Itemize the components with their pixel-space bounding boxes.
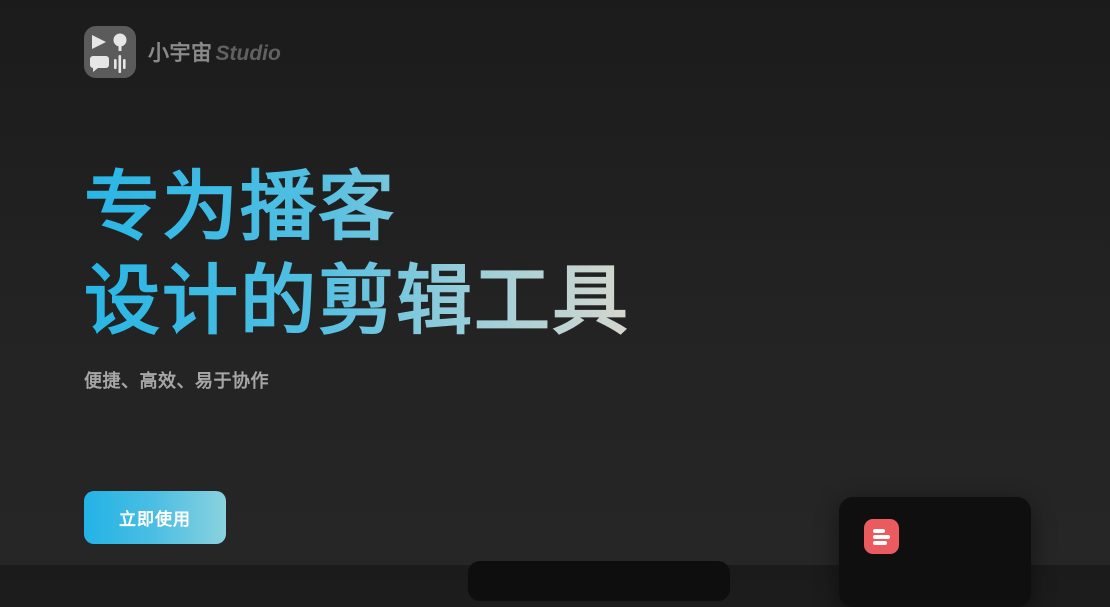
preview-card-panel xyxy=(839,497,1031,607)
menu-lines-icon xyxy=(864,519,899,554)
hero-subtitle: 便捷、高效、易于协作 xyxy=(84,371,269,391)
brand-name-cn: 小宇宙 xyxy=(148,42,213,65)
hero-title-line-2: 设计的剪辑工具 xyxy=(84,254,654,348)
podcast-studio-logo-icon xyxy=(84,26,136,78)
brand-name: 小宇宙 Studio xyxy=(148,37,281,67)
brand-name-en: Studio xyxy=(215,42,281,65)
brand-logo-link[interactable]: 小宇宙 Studio xyxy=(84,26,281,78)
hero-title: 专为播客 设计的剪辑工具 xyxy=(84,160,654,348)
hero-title-line-1: 专为播客 xyxy=(84,160,654,254)
preview-card-editor xyxy=(468,561,730,601)
start-using-button[interactable]: 立即使用 xyxy=(84,491,226,544)
